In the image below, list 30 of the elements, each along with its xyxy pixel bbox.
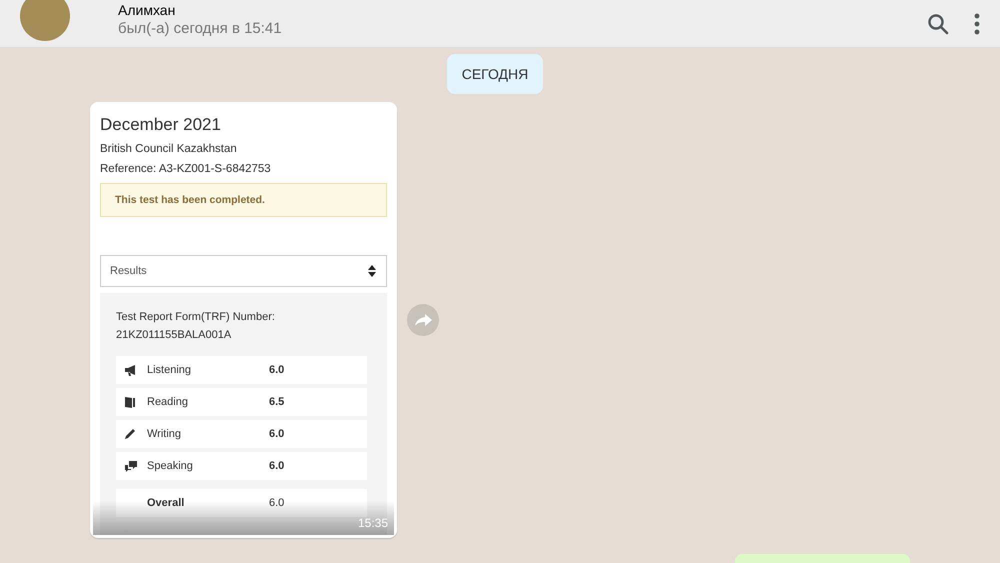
skill-label: Listening <box>147 364 192 376</box>
score-value: 6.0 <box>269 497 284 509</box>
avatar-photo[interactable] <box>20 0 70 40</box>
search-icon[interactable] <box>926 12 950 36</box>
chat-bubbles-icon <box>124 460 138 472</box>
date-chip: СЕГОДНЯ <box>446 54 544 94</box>
skill-label: Overall <box>147 497 186 509</box>
pencil-icon <box>124 428 136 440</box>
score-value: 6.5 <box>269 396 284 408</box>
trf-number: 21KZ011155BALA001A <box>116 328 232 343</box>
skill-label: Writing <box>147 428 182 440</box>
completion-notice: This test has been completed. <box>100 183 387 217</box>
results-select[interactable]: Results <box>100 255 387 287</box>
score-value: 6.0 <box>269 364 284 376</box>
score-value: 6.0 <box>269 428 284 440</box>
message-time: 15:35 <box>358 516 388 530</box>
contact-name: Алимхан <box>118 3 176 18</box>
last-seen-text: был(-а) сегодня в 15:41 <box>118 20 283 38</box>
menu-icon[interactable] <box>974 12 980 34</box>
trf-label: Test Report Form(TRF) Number: <box>116 310 276 325</box>
skill-label: Reading <box>147 396 189 408</box>
sort-arrows-icon <box>368 265 376 277</box>
select-value: Results <box>110 265 147 277</box>
megaphone-icon <box>124 364 138 376</box>
book-icon <box>124 396 136 408</box>
score-value: 6.0 <box>269 460 284 472</box>
centre-name: British Council Kazakhstan <box>100 143 238 155</box>
document-title: December 2021 <box>100 115 222 135</box>
reference-text: Reference: A3-KZ001-S-6842753 <box>100 163 272 175</box>
skill-label: Speaking <box>147 460 194 472</box>
